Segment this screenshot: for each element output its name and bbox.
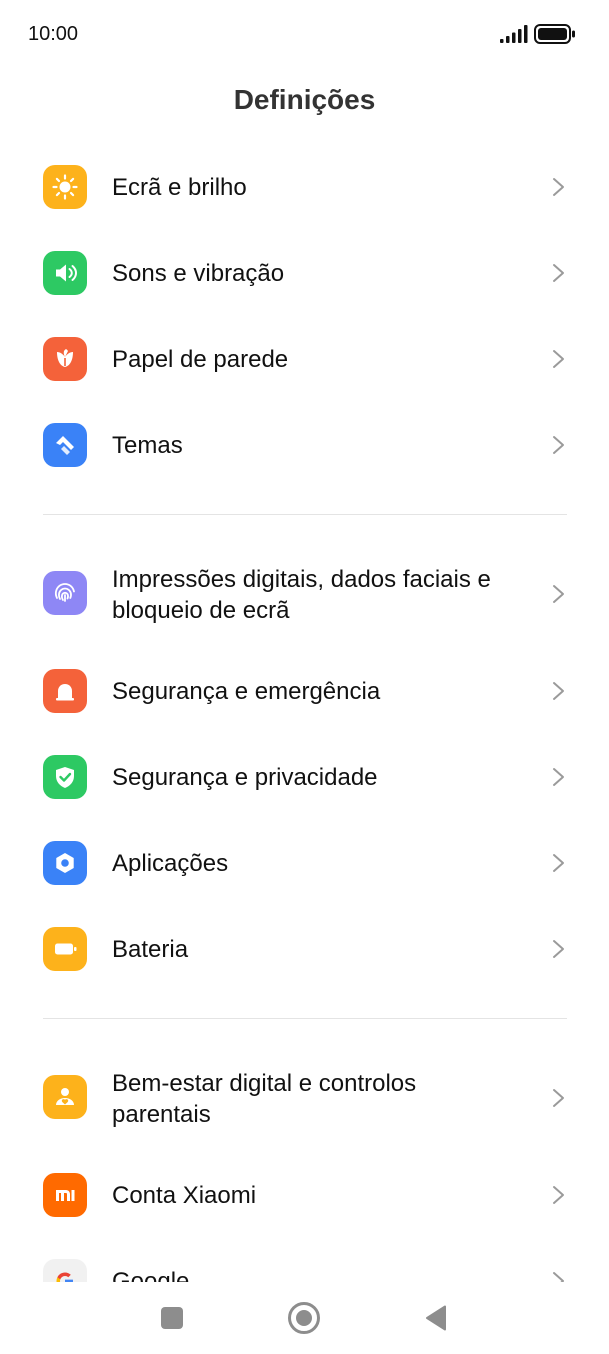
settings-item-sound[interactable]: Sons e vibração [0,230,609,316]
home-button[interactable] [284,1298,324,1338]
chevron-right-icon [553,768,564,786]
chevron-right-icon [553,940,564,958]
settings-item-battery[interactable]: Bateria [0,906,609,992]
speaker-icon [43,251,87,295]
settings-item-label: Segurança e privacidade [112,764,378,791]
settings-item-label: Sons e vibração [112,260,285,287]
settings-item-fingerprint[interactable]: Impressões digitais, dados faciais e blo… [0,545,609,645]
settings-item-display[interactable]: Ecrã e brilho [0,144,609,230]
settings-item-label: Bem-estar digital e controlos parentais [112,1070,417,1128]
chevron-right-icon [553,1089,564,1107]
settings-item-label: Bateria [112,936,189,963]
chevron-right-icon [553,350,564,368]
chevron-right-icon [553,854,564,872]
settings-item-themes[interactable]: Temas [0,402,609,488]
recents-square-icon [161,1307,183,1329]
sun-icon [43,165,87,209]
emergency-light-icon [43,669,87,713]
settings-item-label: Google [112,1268,190,1282]
tulip-icon [43,337,87,381]
settings-item-label: Papel de parede [112,346,289,373]
chevron-right-icon [553,1272,564,1282]
settings-item-xiaomi-account[interactable]: Conta Xiaomi [0,1152,609,1238]
settings-item-label: Ecrã e brilho [112,174,247,201]
chevron-right-icon [553,436,564,454]
settings-item-wellbeing[interactable]: Bem-estar digital e controlos parentais [0,1049,609,1149]
settings-item-emergency[interactable]: Segurança e emergência [0,648,609,734]
google-g-icon [43,1259,87,1282]
settings-item-label: Conta Xiaomi [112,1182,257,1209]
chevron-right-icon [553,1186,564,1204]
person-heart-icon [43,1075,87,1119]
home-circle-icon [288,1302,320,1334]
chevron-right-icon [553,264,564,282]
back-button[interactable] [416,1298,456,1338]
hexagon-gear-icon [43,841,87,885]
chevron-right-icon [553,178,564,196]
mi-logo-icon [43,1173,87,1217]
fingerprint-icon [43,571,87,615]
settings-item-label: Segurança e emergência [112,678,381,705]
section-divider [43,514,567,515]
recents-button[interactable] [152,1298,192,1338]
settings-item-label: Temas [112,432,183,459]
settings-item-google[interactable]: Google [0,1238,609,1282]
shield-check-icon [43,755,87,799]
navigation-bar [0,1282,609,1354]
settings-list: Ecrã e brilho Sons e vibração Papel de p… [0,0,609,1282]
settings-item-privacy[interactable]: Segurança e privacidade [0,734,609,820]
brush-icon [43,423,87,467]
settings-item-wallpaper[interactable]: Papel de parede [0,316,609,402]
chevron-right-icon [553,682,564,700]
chevron-right-icon [553,585,564,603]
section-divider [43,1018,567,1019]
settings-item-apps[interactable]: Aplicações [0,820,609,906]
back-triangle-icon [426,1305,446,1331]
settings-item-label: Impressões digitais, dados faciais e blo… [112,566,491,624]
battery-icon [43,927,87,971]
settings-item-label: Aplicações [112,850,229,877]
